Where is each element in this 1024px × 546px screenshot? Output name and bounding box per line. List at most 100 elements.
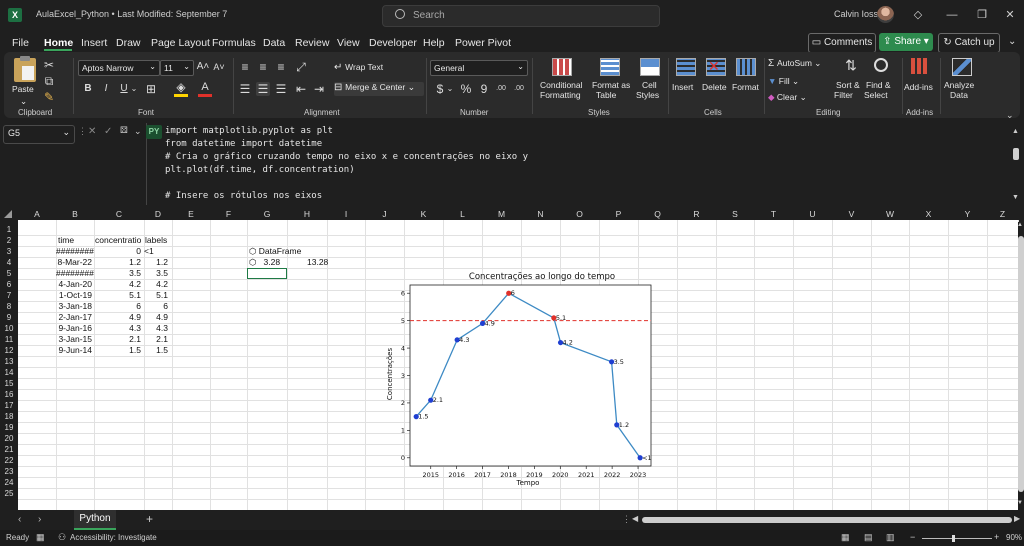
wrap-text-button[interactable]: ↵ Wrap Text	[334, 62, 418, 76]
column-header-a[interactable]: A	[18, 209, 56, 220]
scroll-down-icon[interactable]: ▼	[1017, 500, 1023, 506]
chevron-down-icon[interactable]: ⌄	[134, 126, 142, 137]
column-header-w[interactable]: W	[871, 209, 909, 220]
sort-filter-button[interactable]: ⇅ Sort & Filter	[834, 56, 868, 104]
next-sheet-icon[interactable]: ›	[38, 514, 41, 525]
cell-d2[interactable]: labels	[145, 235, 167, 246]
borders-icon[interactable]: ⊞	[144, 82, 158, 96]
row-header-14[interactable]: 14	[0, 367, 18, 378]
fill-color-icon[interactable]: ◈	[174, 80, 188, 94]
tab-page-layout[interactable]: Page Layout	[151, 37, 210, 49]
cell-label[interactable]: 4.2	[144, 279, 168, 290]
collapse-ribbon-icon[interactable]: ⌄	[1006, 110, 1014, 121]
page-layout-view-icon[interactable]: ▤	[864, 532, 873, 543]
chevron-down-icon[interactable]: ⌄	[20, 96, 27, 106]
row-header-1[interactable]: 1	[0, 224, 18, 235]
zoom-level[interactable]: 90%	[1006, 533, 1022, 542]
status-accessibility[interactable]: Accessibility: Investigate	[70, 533, 157, 542]
cell-label[interactable]: 1.2	[144, 257, 168, 268]
row-header-25[interactable]: 25	[0, 488, 18, 499]
align-top-icon[interactable]: ≡	[238, 60, 252, 74]
select-all-corner[interactable]	[4, 210, 12, 218]
cell-c2[interactable]: concentratio	[95, 235, 142, 246]
clear-button[interactable]: ◆ Clear ⌄	[768, 92, 807, 102]
font-name-select[interactable]: Aptos Narrow ⌄	[78, 60, 160, 76]
cell-time[interactable]: 4-Jan-20	[56, 279, 92, 290]
column-header-k[interactable]: K	[404, 209, 443, 220]
row-header-3[interactable]: 3	[0, 246, 18, 257]
insert-cells-button[interactable]: Insert	[672, 56, 698, 104]
align-middle-icon[interactable]: ≡	[256, 60, 270, 74]
cell-g3[interactable]: ⬡ DataFrame	[249, 246, 301, 257]
column-header-i[interactable]: I	[327, 209, 365, 220]
format-as-table-button[interactable]: Format as Table	[590, 56, 632, 104]
vertical-scroll-thumb[interactable]	[1018, 236, 1024, 492]
code-line-1[interactable]: import matplotlib.pyplot as plt	[165, 126, 333, 136]
cell-concentration[interactable]: 1.2	[94, 257, 141, 268]
column-header-e[interactable]: E	[172, 209, 210, 220]
restore-icon[interactable]: ❐	[972, 6, 992, 24]
tab-view[interactable]: View	[337, 37, 360, 49]
tab-insert[interactable]: Insert	[81, 37, 107, 49]
column-header-p[interactable]: P	[599, 209, 638, 220]
column-header-q[interactable]: Q	[638, 209, 677, 220]
minimize-icon[interactable]: —	[942, 6, 962, 24]
decrease-indent-icon[interactable]: ⇤	[294, 82, 308, 96]
tab-review[interactable]: Review	[295, 37, 329, 49]
sheet-tab-python[interactable]: Python	[74, 510, 116, 530]
underline-button[interactable]: U	[118, 82, 130, 96]
comma-button[interactable]: 9	[478, 82, 490, 96]
column-header-d[interactable]: D	[144, 209, 172, 220]
code-line-6[interactable]: # Insere os rótulos nos eixos	[165, 191, 322, 201]
font-size-select[interactable]: 11 ⌄	[160, 60, 194, 76]
decrease-decimal-button[interactable]: .00	[512, 82, 526, 96]
scroll-up-icon[interactable]: ▲	[1017, 222, 1023, 228]
scroll-up-icon[interactable]: ▲	[1012, 128, 1019, 135]
row-header-9[interactable]: 9	[0, 312, 18, 323]
cell-concentration[interactable]: 4.9	[94, 312, 141, 323]
conditional-formatting-button[interactable]: Conditional Formatting	[538, 56, 586, 104]
cell-h4[interactable]: 13.28	[307, 257, 328, 268]
page-break-view-icon[interactable]: ▥	[886, 532, 895, 543]
vertical-scrollbar[interactable]: ▲ ▼	[1017, 222, 1024, 510]
row-header-11[interactable]: 11	[0, 334, 18, 345]
row-header-24[interactable]: 24	[0, 477, 18, 488]
zoom-slider[interactable]	[922, 538, 992, 539]
autosum-button[interactable]: Σ AutoSum ⌄	[768, 58, 821, 69]
cell-b2[interactable]: time	[58, 235, 74, 246]
add-ins-button[interactable]: Add-ins	[904, 56, 936, 104]
column-header-h[interactable]: H	[287, 209, 327, 220]
row-header-8[interactable]: 8	[0, 301, 18, 312]
copy-icon[interactable]: ⧉	[42, 74, 56, 88]
cell-label[interactable]: 6	[144, 301, 168, 312]
cell-time[interactable]: 2-Jan-17	[56, 312, 92, 323]
column-header-l[interactable]: L	[443, 209, 482, 220]
cell-concentration[interactable]: 4.2	[94, 279, 141, 290]
column-header-c[interactable]: C	[94, 209, 144, 220]
row-header-23[interactable]: 23	[0, 466, 18, 477]
zoom-in-icon[interactable]: +	[994, 532, 999, 542]
cell-label[interactable]: 3.5	[144, 268, 168, 279]
column-header-j[interactable]: J	[365, 209, 404, 220]
find-select-button[interactable]: Find & Select	[864, 56, 898, 104]
row-header-12[interactable]: 12	[0, 345, 18, 356]
row-header-19[interactable]: 19	[0, 422, 18, 433]
number-format-select[interactable]: General ⌄	[430, 60, 528, 76]
code-line-4[interactable]: plt.plot(df.time, df.concentration)	[165, 165, 355, 175]
cell-label[interactable]: 1.5	[144, 345, 168, 356]
line-chart[interactable]: Concentrações ao longo do tempo Tempo Co…	[380, 268, 662, 496]
row-header-6[interactable]: 6	[0, 279, 18, 290]
increase-decimal-button[interactable]: .00	[494, 82, 508, 96]
normal-view-icon[interactable]: ▦	[841, 532, 850, 543]
cell-label[interactable]: 5.1	[144, 290, 168, 301]
row-header-17[interactable]: 17	[0, 400, 18, 411]
cell-concentration[interactable]: 6	[94, 301, 141, 312]
python-output-icon[interactable]: ⚄	[120, 125, 128, 136]
tab-split-icon[interactable]: ⋮	[622, 514, 631, 525]
tab-home[interactable]: Home	[44, 37, 73, 49]
tab-help[interactable]: Help	[423, 37, 445, 49]
column-header-o[interactable]: O	[560, 209, 599, 220]
name-box[interactable]: G5 ⌄	[3, 125, 75, 144]
close-icon[interactable]: ✕	[1000, 6, 1020, 24]
chevron-down-icon[interactable]: ⌄	[1008, 36, 1016, 47]
